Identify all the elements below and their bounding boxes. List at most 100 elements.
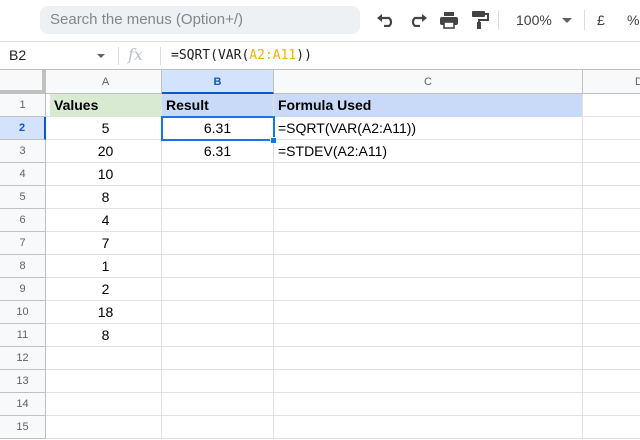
formula-bar: B2 fx =SQRT(VAR(A2:A11)) [0,41,640,70]
cell-c1[interactable]: Formula Used [274,94,583,117]
cell-b14[interactable] [162,393,274,416]
column-header-b[interactable]: B [162,70,274,94]
table-row: 6 4 [0,209,640,232]
cell-c10[interactable] [274,301,583,324]
format-currency-button[interactable]: £ [597,8,605,32]
row-header[interactable]: 13 [0,370,46,393]
formula-text-start: =SQRT(VAR( [171,48,250,63]
row-header[interactable]: 6 [0,209,46,232]
row-header[interactable]: 3 [0,140,46,163]
cell-a10[interactable]: 18 [50,301,162,324]
zoom-dropdown[interactable]: 100% [506,8,578,32]
cell-a7[interactable]: 7 [50,232,162,255]
cell-a12[interactable] [50,347,162,370]
cell-c13[interactable] [274,370,583,393]
toolbar-divider [498,10,499,30]
cell-b13[interactable] [162,370,274,393]
table-row: 4 10 [0,163,640,186]
select-all-corner[interactable] [0,70,46,94]
cell-c9[interactable] [274,278,583,301]
fx-icon: fx [128,45,143,64]
cell-c6[interactable] [274,209,583,232]
row-header[interactable]: 10 [0,301,46,324]
cell-c2[interactable]: =SQRT(VAR(A2:A11)) [274,117,583,140]
cell-a14[interactable] [50,393,162,416]
fill-handle[interactable] [270,137,277,144]
table-row: 13 [0,370,640,393]
row-header[interactable]: 4 [0,163,46,186]
cell-a9[interactable]: 2 [50,278,162,301]
cell-a4[interactable]: 10 [50,163,162,186]
cell-a5[interactable]: 8 [50,186,162,209]
table-row: 5 8 [0,186,640,209]
cell-b2[interactable]: 6.31 [162,117,274,140]
cell-c12[interactable] [274,347,583,370]
undo-icon[interactable] [374,8,398,32]
column-header-c[interactable]: C [274,70,583,94]
redo-icon[interactable] [406,8,430,32]
cell-b11[interactable] [162,324,274,347]
row-header[interactable]: 14 [0,393,46,416]
cell-b8[interactable] [162,255,274,278]
toolbar: Search the menus (Option+/) 100% £ % [0,0,640,41]
chevron-down-icon[interactable] [97,54,105,58]
search-menus-input[interactable]: Search the menus (Option+/) [40,6,360,34]
row-header[interactable]: 12 [0,347,46,370]
column-header-d[interactable]: D [583,70,640,94]
cell-d2[interactable] [583,117,640,140]
cell-a11[interactable]: 8 [50,324,162,347]
cell-a6[interactable]: 4 [50,209,162,232]
cell-c4[interactable] [274,163,583,186]
cell-d3[interactable] [583,140,640,163]
table-row: 7 7 [0,232,640,255]
cell-b4[interactable] [162,163,274,186]
cell-b9[interactable] [162,278,274,301]
cell-b1[interactable]: Result [162,94,274,117]
column-headers: A B C D [0,70,640,94]
print-icon[interactable] [437,8,461,32]
formula-range-reference: A2:A11 [249,48,297,63]
format-percent-button[interactable]: % [627,8,639,32]
cell-c5[interactable] [274,186,583,209]
cell-c3[interactable]: =STDEV(A2:A11) [274,140,583,163]
cell-a15[interactable] [50,416,162,439]
cell-a13[interactable] [50,370,162,393]
formula-input[interactable]: =SQRT(VAR(A2:A11)) [171,42,312,70]
cell-c14[interactable] [274,393,583,416]
row-header[interactable]: 9 [0,278,46,301]
cell-b6[interactable] [162,209,274,232]
cell-b3[interactable]: 6.31 [162,140,274,163]
cell-b5[interactable] [162,186,274,209]
cell-c7[interactable] [274,232,583,255]
row-header[interactable]: 1 [0,94,46,117]
name-box-value: B2 [9,47,27,63]
cell-c8[interactable] [274,255,583,278]
cell-a8[interactable]: 1 [50,255,162,278]
cell-b10[interactable] [162,301,274,324]
table-row: 9 2 [0,278,640,301]
formula-text-end: )) [296,48,312,63]
row-header[interactable]: 7 [0,232,46,255]
paint-format-icon[interactable] [468,8,492,32]
cell-a1[interactable]: Values [50,94,162,117]
row-header[interactable]: 8 [0,255,46,278]
cell-b12[interactable] [162,347,274,370]
formula-bar-divider [160,47,161,65]
row-header[interactable]: 15 [0,416,46,439]
cell-a2[interactable]: 5 [50,117,162,140]
cell-b15[interactable] [162,416,274,439]
table-row: 3 20 6.31 =STDEV(A2:A11) [0,140,640,163]
row-header[interactable]: 5 [0,186,46,209]
cell-d1[interactable] [583,94,640,117]
cell-b7[interactable] [162,232,274,255]
table-row: 10 18 [0,301,640,324]
table-row: 1 Values Result Formula Used [0,94,640,117]
cell-a3[interactable]: 20 [50,140,162,163]
formula-bar-divider [118,47,119,65]
row-header[interactable]: 2 [0,117,46,140]
table-row: 12 [0,347,640,370]
cell-c11[interactable] [274,324,583,347]
column-header-a[interactable]: A [50,70,162,94]
cell-c15[interactable] [274,416,583,439]
row-header[interactable]: 11 [0,324,46,347]
